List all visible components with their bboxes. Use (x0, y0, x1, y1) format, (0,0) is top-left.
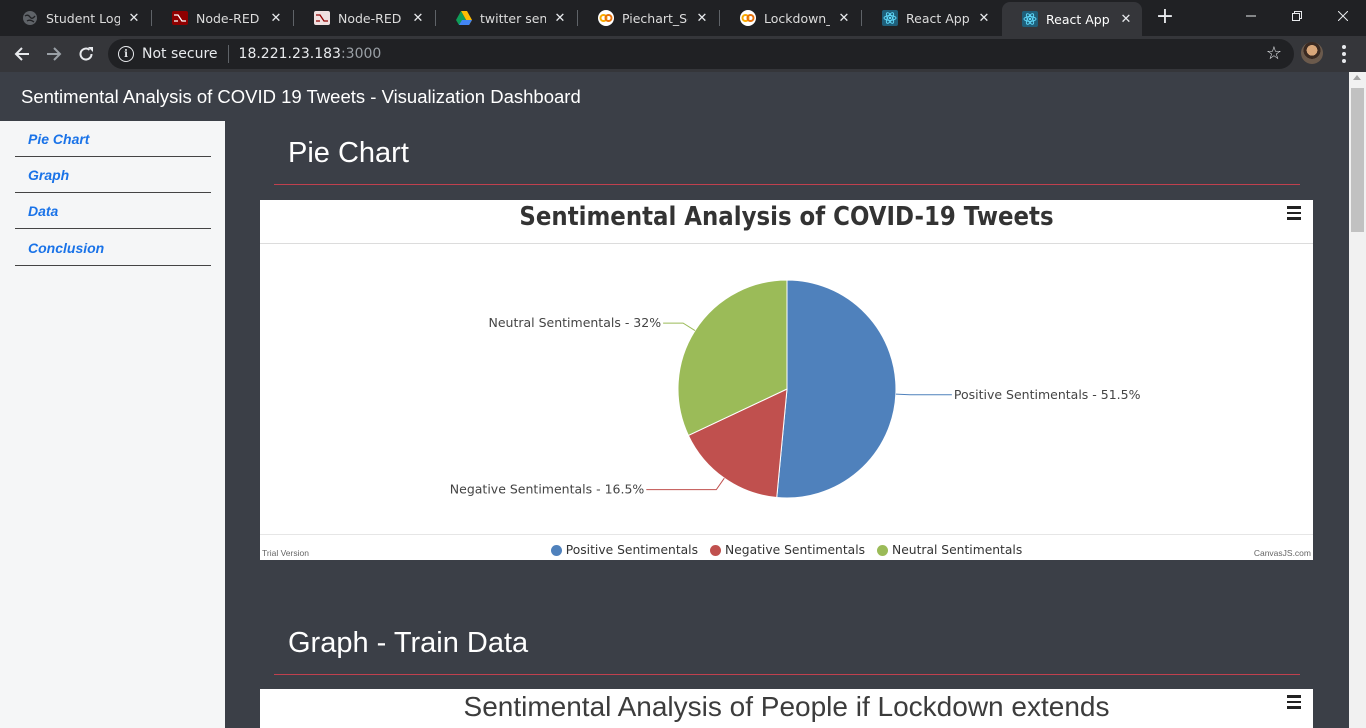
legend-divider (260, 534, 1313, 535)
minimize-icon (1246, 15, 1256, 17)
close-icon[interactable]: ✕ (694, 11, 710, 26)
arrow-right-icon (47, 47, 62, 61)
chart-menu-icon[interactable] (1287, 206, 1301, 220)
close-icon (1338, 11, 1348, 21)
reload-icon (79, 47, 93, 61)
profile-avatar[interactable] (1301, 42, 1323, 64)
close-icon[interactable]: ✕ (410, 11, 426, 26)
tab-title: Node-RED Das (338, 10, 404, 26)
legend-label: Neutral Sentimentals (892, 543, 1023, 557)
legend-marker (710, 544, 721, 556)
tab-title: React App (906, 10, 970, 26)
legend-marker (550, 544, 562, 556)
sidebar-item-graph[interactable]: Graph (15, 157, 211, 193)
address-bar[interactable]: i Not secure 18.221.23.183 :3000 ☆ (108, 39, 1294, 69)
sidebar-item-pie-chart[interactable]: Pie Chart (15, 121, 211, 157)
sidebar: Pie Chart Graph Data Conclusion (0, 121, 225, 728)
restore-icon (1292, 11, 1302, 21)
legend-label: Negative Sentimentals (725, 543, 866, 557)
tab-title: Node-RED : nc (196, 10, 262, 26)
legend-label: Positive Sentimentals (565, 543, 698, 557)
pie-leader-line (663, 322, 696, 332)
canvasjs-credit-link[interactable]: CanvasJS.com (1254, 548, 1311, 558)
pie-chart-panel: Sentimental Analysis of COVID-19 Tweets … (260, 200, 1313, 560)
google-drive-icon (456, 10, 472, 26)
tab-title: React App (1046, 11, 1110, 27)
pie-slice-label: Positive Sentimentals - 51.5% (954, 387, 1141, 402)
close-icon[interactable]: ✕ (268, 11, 284, 26)
chart-menu-icon[interactable] (1287, 695, 1301, 709)
close-icon[interactable]: ✕ (552, 11, 568, 26)
browser-menu-icon[interactable] (1336, 42, 1352, 66)
colab-icon (598, 10, 614, 26)
scroll-up-arrow-icon[interactable] (1353, 75, 1361, 80)
section-heading-pie-chart: Pie Chart (288, 137, 409, 169)
pie-leader-line (895, 393, 952, 396)
main-content: Pie Chart Sentimental Analysis of COVID-… (225, 121, 1349, 728)
pie-slice-label: Neutral Sentimentals - 32% (488, 315, 661, 330)
minimize-button[interactable] (1228, 0, 1274, 32)
info-icon[interactable]: i (118, 46, 134, 62)
tab-title: Student Login (46, 10, 120, 26)
security-status: Not secure (142, 46, 218, 62)
new-tab-button[interactable]: + (1152, 4, 1178, 30)
arrow-left-icon (14, 47, 29, 61)
legend-item[interactable]: Positive Sentimentals (550, 543, 698, 557)
url-port: :3000 (340, 46, 382, 62)
section-divider (274, 184, 1300, 185)
browser-toolbar: i Not secure 18.221.23.183 :3000 ☆ (0, 36, 1366, 72)
close-icon[interactable]: ✕ (976, 11, 992, 26)
graph-chart-panel: Sentimental Analysis of People if Lockdo… (260, 689, 1313, 728)
pie-slice-label: Negative Sentimentals - 16.5% (450, 482, 645, 497)
browser-tab[interactable]: Lockdown_exte ✕ (720, 4, 860, 32)
bookmark-star-icon[interactable]: ☆ (1264, 44, 1284, 64)
close-window-button[interactable] (1320, 0, 1366, 32)
pie-slice-positive-sentimentals[interactable] (776, 279, 897, 499)
react-icon (882, 10, 898, 26)
scrollbar-thumb[interactable] (1351, 88, 1364, 232)
app-header-title: Sentimental Analysis of COVID 19 Tweets … (0, 72, 1349, 121)
browser-tab-active[interactable]: React App ✕ (1002, 2, 1142, 36)
tab-title: twitter sentime (480, 10, 546, 26)
browser-tab[interactable]: Node-RED : nc ✕ (152, 4, 292, 32)
back-button[interactable] (8, 40, 36, 68)
close-icon[interactable]: ✕ (1118, 12, 1134, 27)
legend-marker (877, 544, 889, 556)
node-red-icon (172, 10, 188, 26)
browser-tab-strip: Student Login ✕ Node-RED : nc ✕ Node-RED… (0, 0, 1366, 36)
page-content: Sentimental Analysis of COVID 19 Tweets … (0, 72, 1349, 728)
pie-leader-line (646, 477, 725, 491)
globe-icon (22, 10, 38, 26)
chart-title: Sentimental Analysis of COVID-19 Tweets (519, 202, 1054, 232)
close-icon[interactable]: ✕ (126, 11, 142, 26)
close-icon[interactable]: ✕ (836, 11, 852, 26)
sidebar-item-conclusion[interactable]: Conclusion (15, 230, 211, 266)
colab-icon (740, 10, 756, 26)
reload-button[interactable] (72, 40, 100, 68)
chart-title: Sentimental Analysis of People if Lockdo… (463, 691, 1110, 722)
browser-tab[interactable]: React App ✕ (862, 4, 1000, 32)
browser-tab[interactable]: Piechart_Sentir ✕ (578, 4, 718, 32)
node-red-icon (314, 10, 330, 26)
restore-button[interactable] (1274, 0, 1320, 32)
browser-tab[interactable]: Student Login ✕ (2, 4, 150, 32)
react-icon (1022, 11, 1038, 27)
browser-tab[interactable]: twitter sentime ✕ (436, 4, 576, 32)
pie-chart: Positive Sentimentals - 51.5% Negative Se… (450, 279, 1141, 499)
browser-tab[interactable]: Node-RED Das ✕ (294, 4, 434, 32)
legend-item[interactable]: Neutral Sentimentals (877, 543, 1022, 557)
section-divider (274, 674, 1300, 675)
chart-legend: Positive Sentimentals Negative Sentimenta… (260, 543, 1313, 557)
page-scrollbar[interactable] (1349, 72, 1366, 728)
tab-title: Lockdown_exte (764, 10, 830, 26)
forward-button[interactable] (40, 40, 68, 68)
legend-item[interactable]: Negative Sentimentals (710, 543, 865, 557)
url-host: 18.221.23.183 (238, 46, 341, 62)
address-divider (227, 45, 229, 63)
section-heading-graph: Graph - Train Data (288, 627, 529, 659)
sidebar-item-data[interactable]: Data (15, 193, 211, 229)
tab-title: Piechart_Sentir (622, 10, 688, 26)
